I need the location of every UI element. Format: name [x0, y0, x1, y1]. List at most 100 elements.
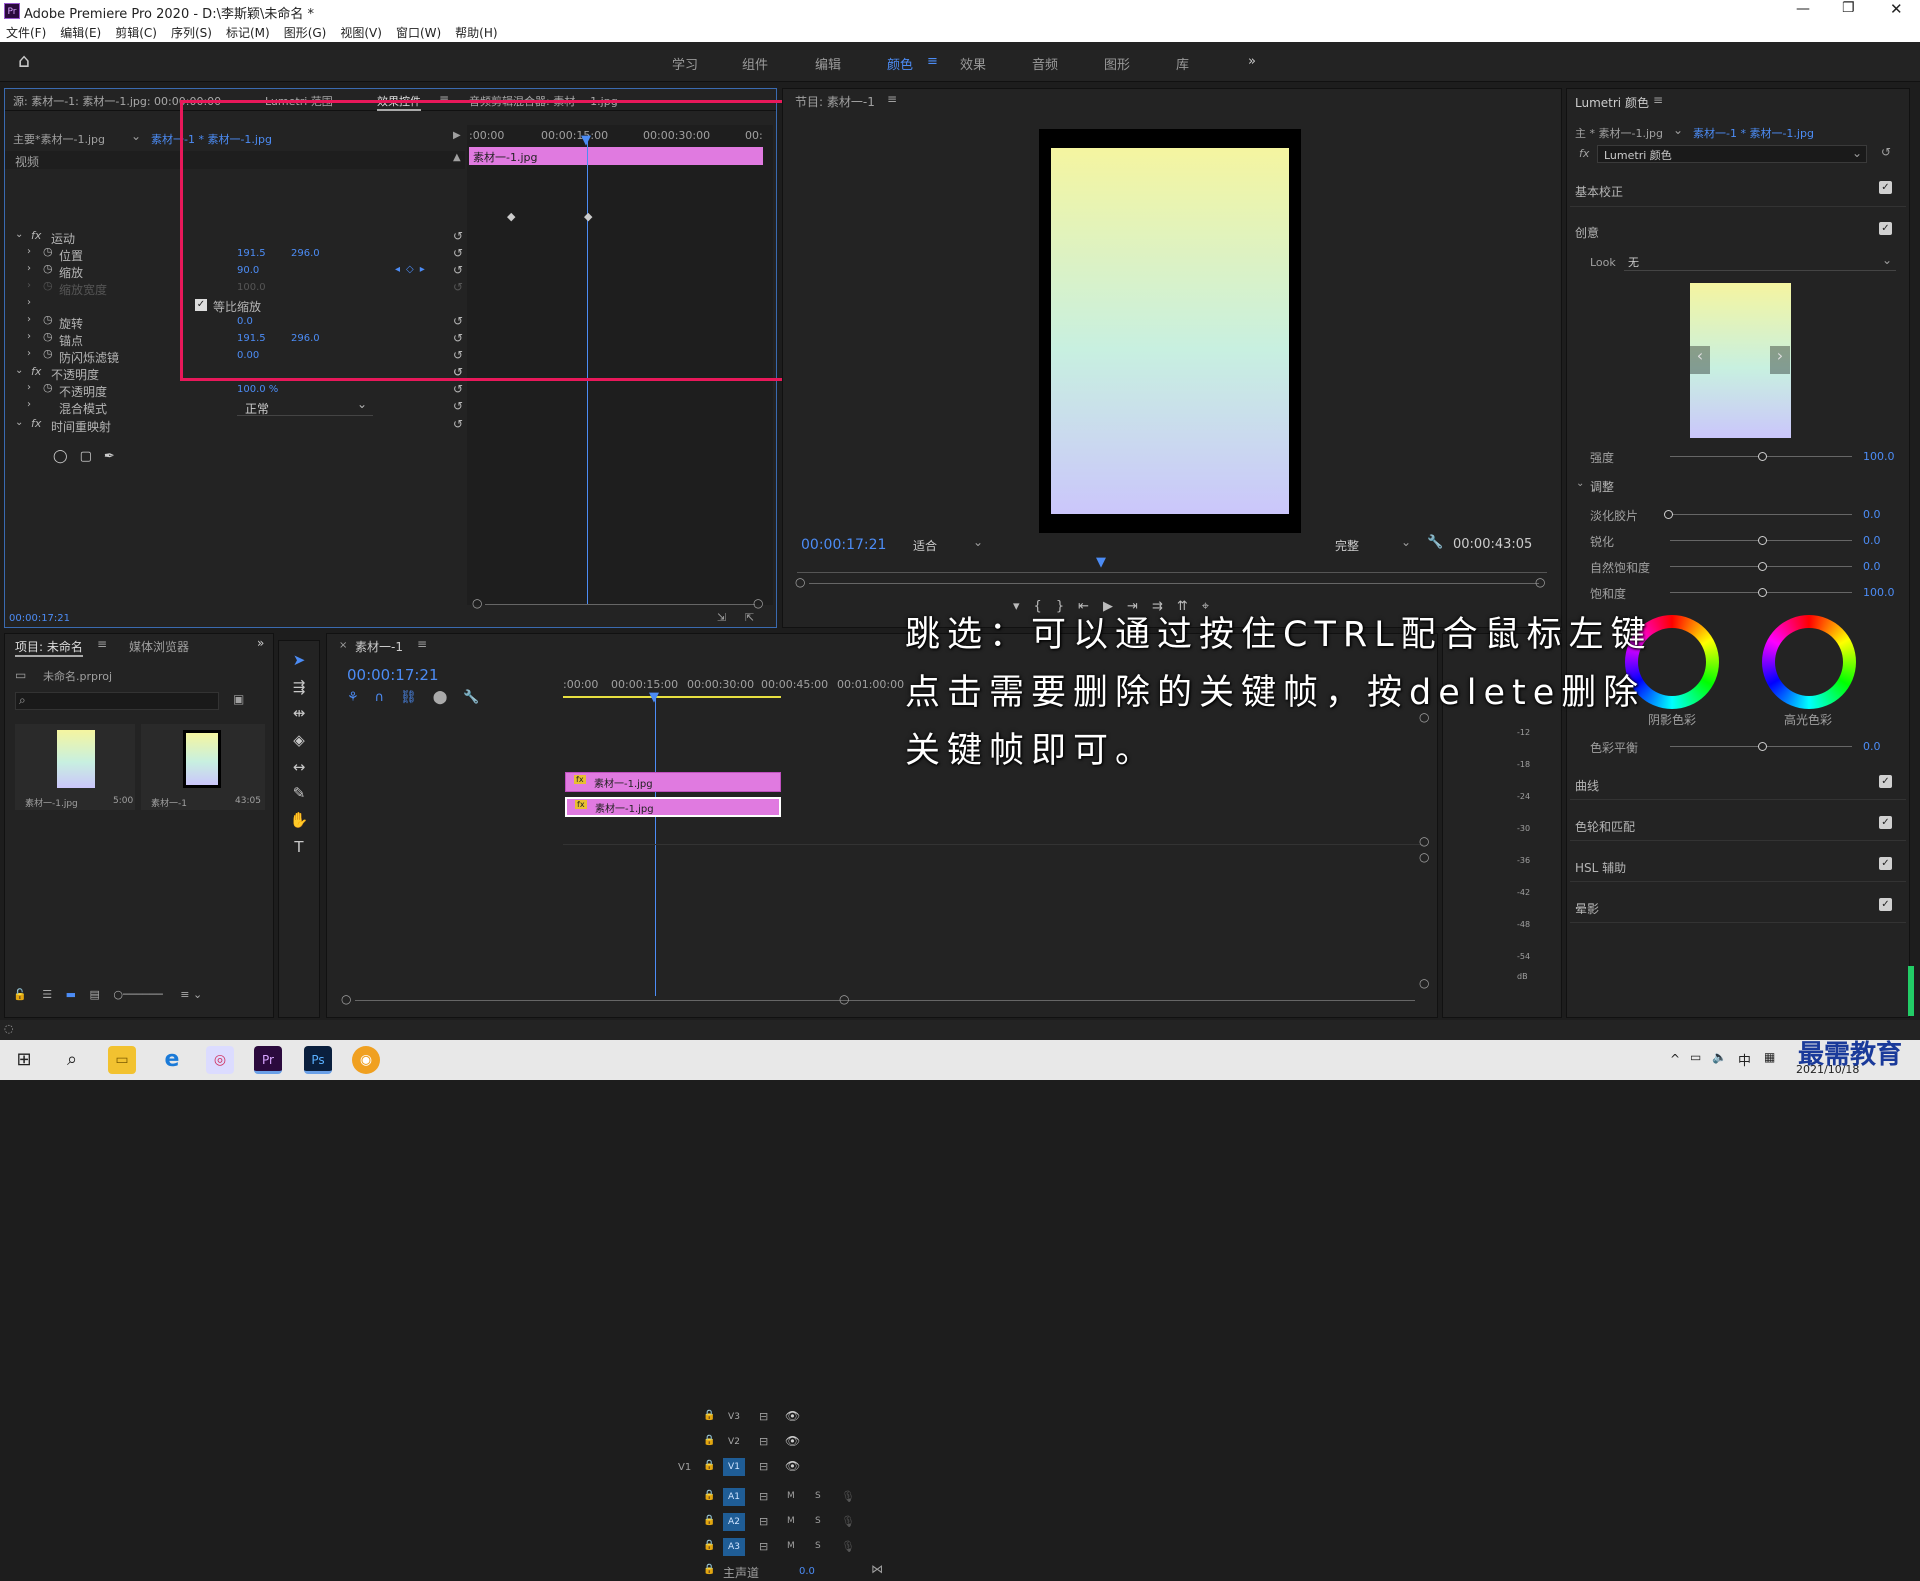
quality-select[interactable]: 完整	[1335, 537, 1359, 554]
menu-marker[interactable]: 标记(M)	[226, 24, 270, 41]
tray-up-icon[interactable]: ^	[1670, 1052, 1680, 1066]
zoom-slider[interactable]: ○──────	[113, 988, 162, 1001]
solo-button[interactable]: S	[815, 1516, 821, 1526]
stopwatch-icon[interactable]: ◷	[43, 313, 53, 326]
eye-icon[interactable]: 👁	[785, 1434, 800, 1448]
stopwatch-icon[interactable]: ◷	[43, 347, 53, 360]
look-next-icon[interactable]: ›	[1770, 346, 1790, 374]
reset-icon[interactable]: ↺	[453, 382, 463, 396]
stopwatch-icon[interactable]: ◷	[43, 330, 53, 343]
look-prev-icon[interactable]: ‹	[1690, 346, 1710, 374]
new-bin-icon[interactable]: ▣	[233, 692, 244, 706]
expand-chevron-icon[interactable]: ⌄	[15, 365, 23, 376]
work-area-bar[interactable]	[563, 696, 781, 698]
track-lock-icon[interactable]: 🔒	[703, 1460, 715, 1471]
timeline-menu-icon[interactable]: ≡	[417, 637, 427, 651]
section-creative[interactable]: 创意	[1575, 224, 1599, 241]
track-target[interactable]: V2	[723, 1433, 745, 1451]
linked-icon[interactable]: ⛓	[400, 690, 433, 705]
mute-button[interactable]: M	[787, 1491, 795, 1501]
menu-graphics[interactable]: 图形(G)	[284, 24, 327, 41]
premiere-icon[interactable]: Pr	[254, 1046, 282, 1074]
go-to-end-icon[interactable]: ⋈	[871, 1562, 883, 1576]
track-lock-icon[interactable]: 🔒	[703, 1515, 715, 1526]
workspace-effects[interactable]: 效果	[960, 54, 986, 73]
stopwatch-icon[interactable]: ◷	[43, 279, 53, 292]
tab-media-browser[interactable]: 媒体浏览器	[129, 638, 189, 655]
ime-indicator[interactable]: 中	[1738, 1050, 1751, 1069]
program-zoom-start[interactable]: ○	[795, 575, 805, 589]
eye-icon[interactable]: 👁	[785, 1409, 800, 1423]
reset-icon[interactable]: ↺	[1881, 145, 1891, 159]
workspace-color[interactable]: 颜色	[887, 54, 913, 73]
slider-knob[interactable]	[1758, 588, 1767, 597]
section-checkbox[interactable]: ✓	[1879, 816, 1892, 829]
app-icon[interactable]: ◎	[206, 1046, 234, 1074]
slider-knob[interactable]	[1664, 510, 1673, 519]
fit-dropdown-icon[interactable]: ⌄	[973, 535, 983, 549]
basic-correction-checkbox[interactable]: ✓	[1879, 181, 1892, 194]
menu-sequence[interactable]: 序列(S)	[171, 24, 212, 41]
fit-select[interactable]: 适合	[913, 537, 937, 554]
track-lock-icon[interactable]: 🔒	[703, 1410, 715, 1421]
minimize-icon[interactable]: —	[1796, 1, 1810, 17]
program-menu-icon[interactable]: ≡	[887, 92, 897, 106]
settings-wrench-icon[interactable]: 🔧	[463, 690, 495, 705]
master-value[interactable]: 0.0	[799, 1566, 815, 1577]
track-target[interactable]: A2	[723, 1513, 745, 1531]
eye-icon[interactable]: 👁	[785, 1459, 800, 1473]
marker-icon[interactable]: ⬤	[433, 690, 464, 705]
sync-lock-icon[interactable]: ⊟	[759, 1515, 768, 1528]
stopwatch-icon[interactable]: ◷	[43, 262, 53, 275]
lumetri-clip-dropdown-icon[interactable]: ⌄	[1673, 123, 1683, 137]
volume-icon[interactable]: 🔈	[1712, 1050, 1727, 1064]
expand-chevron-icon[interactable]: ›	[27, 331, 31, 342]
workspace-assembly[interactable]: 组件	[742, 54, 768, 73]
snap-icon[interactable]: ∩	[375, 690, 401, 705]
lumetri-seq-clip[interactable]: 素材一-1 * 素材一-1.jpg	[1693, 125, 1814, 141]
creative-checkbox[interactable]: ✓	[1879, 222, 1892, 235]
slider-value[interactable]: 0.0	[1863, 560, 1881, 573]
expand-chevron-icon[interactable]: ›	[27, 246, 31, 257]
lock-icon[interactable]: 🔓	[13, 988, 27, 1001]
section-3[interactable]: 晕影	[1575, 900, 1599, 917]
effect-row[interactable]: › ◷ 不透明度 100.0 % ↺	[13, 381, 463, 400]
adjust-chevron-icon[interactable]: ⌄	[1576, 478, 1584, 489]
solo-button[interactable]: S	[815, 1491, 821, 1501]
nest-icon[interactable]: ⚘	[347, 690, 375, 705]
slider-knob[interactable]	[1758, 562, 1767, 571]
list-view-icon[interactable]: ☰	[42, 988, 52, 1001]
tl-hscroll-start[interactable]: ○	[341, 992, 351, 1006]
sort-icon[interactable]: ≡ ⌄	[180, 988, 202, 1001]
section-basic-correction[interactable]: 基本校正	[1575, 183, 1623, 200]
tl-vscroll-mid[interactable]: ○	[1419, 834, 1429, 848]
menu-edit[interactable]: 编辑(E)	[60, 24, 101, 41]
slider-value[interactable]: 100.0	[1863, 586, 1895, 599]
menu-help[interactable]: 帮助(H)	[455, 24, 497, 41]
slider-knob[interactable]	[1758, 452, 1767, 461]
rect-mask-icon[interactable]: ▢	[80, 449, 104, 464]
section-1[interactable]: 色轮和匹配	[1575, 818, 1635, 835]
timeline-tab[interactable]: 素材一-1	[355, 638, 403, 655]
section-checkbox[interactable]: ✓	[1879, 898, 1892, 911]
track-lock-icon[interactable]: 🔒	[703, 1540, 715, 1551]
track-lock-icon[interactable]: 🔒	[703, 1564, 715, 1575]
close-tab-icon[interactable]: ×	[339, 640, 347, 651]
mute-button[interactable]: M	[787, 1541, 795, 1551]
track-lock-icon[interactable]: 🔒	[703, 1490, 715, 1501]
workspace-audio[interactable]: 音频	[1032, 54, 1058, 73]
ec-zoom-end[interactable]: ○	[753, 596, 763, 610]
lumetri-effect-select[interactable]: Lumetri 颜色 ⌄	[1597, 145, 1867, 163]
pen-mask-icon[interactable]: ✒	[104, 449, 127, 464]
workspace-editing[interactable]: 编辑	[815, 54, 841, 73]
expand-chevron-icon[interactable]: ›	[27, 399, 31, 410]
tl-hscroll-handle[interactable]: ○	[839, 992, 849, 1006]
pen-icon[interactable]: ✎	[288, 784, 310, 806]
photoshop-icon[interactable]: Ps	[304, 1046, 332, 1074]
balance-value[interactable]: 0.0	[1863, 740, 1881, 753]
track-target[interactable]: A3	[723, 1538, 745, 1556]
tl-vscroll-mid2[interactable]: ○	[1419, 850, 1429, 864]
track-target[interactable]: A1	[723, 1488, 745, 1506]
edge-icon[interactable]: e	[158, 1046, 186, 1074]
sync-lock-icon[interactable]: ⊟	[759, 1410, 768, 1423]
